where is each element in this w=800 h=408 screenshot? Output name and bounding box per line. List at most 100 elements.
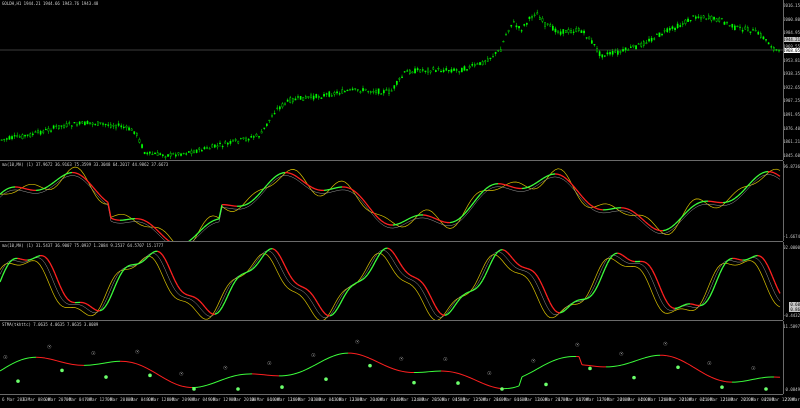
oscillator-2-gray-line — [0, 250, 780, 318]
candle-body — [521, 30, 522, 31]
candle-body — [409, 70, 410, 74]
oscillator-1-main-segment — [699, 202, 702, 203]
oscillator-2-main-segment — [115, 281, 118, 287]
candle-body — [498, 50, 499, 51]
axis-tick-label: 1953.81 — [783, 58, 800, 63]
candle-body — [329, 92, 330, 97]
candle-body — [245, 138, 246, 141]
candle-body — [48, 129, 49, 131]
oscillator-2-main-segment — [693, 304, 696, 305]
oscillator-3-main-segment — [618, 365, 621, 366]
oscillator-2-main-segment — [368, 271, 371, 275]
oscillator-1-main-segment — [570, 182, 573, 185]
candle-body — [152, 154, 153, 155]
oscillator-2-main-segment — [628, 259, 631, 260]
oscillator-2-main-segment — [525, 268, 528, 269]
price-axis[interactable]: 2016.152000.801984.951969.551953.811938.… — [783, 0, 800, 160]
oscillator-2-main-segment — [555, 310, 558, 312]
oscillator-2-main-segment — [430, 295, 433, 300]
oscillator-1-main-segment — [294, 175, 297, 177]
oscillator-1-axis[interactable]: 96.8736-1.6674 — [783, 161, 800, 241]
oscillator-2-main-segment — [220, 307, 223, 311]
oscillator-3-main-segment — [684, 362, 687, 364]
oscillator-3-main-segment — [321, 360, 324, 362]
candle-body — [56, 126, 57, 127]
oscillator-3-main-segment — [69, 364, 72, 365]
oscillator-2-main-segment — [700, 305, 703, 306]
candle-body — [708, 16, 709, 19]
candle-body — [9, 136, 10, 139]
candle-body — [17, 135, 18, 137]
oscillator-2-main-segment — [605, 263, 608, 268]
oscillator-1-main-segment — [774, 173, 777, 175]
oscillator-1-main-segment — [675, 221, 678, 224]
candle-body — [391, 91, 392, 92]
oscillator-2-main-segment — [10, 260, 13, 262]
oscillator-3-main-segment — [519, 377, 522, 386]
oscillator-2-pane[interactable]: ma(10,MA) (1) 31.5437 36.9007 75.0937 1.… — [0, 242, 783, 321]
oscillator-3-main-segment — [687, 363, 690, 365]
oscillator-2-main-segment — [530, 269, 533, 270]
oscillator-2-main-segment — [670, 306, 673, 308]
oscillator-3-main-segment — [318, 362, 321, 364]
oscillator-2-main-segment — [763, 258, 766, 261]
oscillator-3-main-segment — [234, 375, 237, 376]
oscillator-2-main-segment — [120, 271, 123, 275]
oscillator-2-main-segment — [70, 301, 73, 302]
oscillator-1-main-segment — [75, 173, 78, 174]
oscillator-2-main-segment — [645, 262, 648, 264]
axis-tick-label: -0.4432 — [783, 313, 800, 318]
oscillator-3-main-segment — [159, 375, 162, 377]
candle-body — [134, 132, 135, 134]
oscillator-3-main-segment — [312, 365, 315, 367]
candle-body — [659, 33, 660, 37]
candle-body — [732, 24, 733, 27]
oscillator-1-main-segment — [477, 195, 480, 199]
oscillator-1-main-segment — [486, 186, 489, 188]
oscillator-2-main-segment — [758, 256, 761, 257]
candle-body — [100, 122, 101, 123]
oscillator-1-main-segment — [111, 218, 114, 219]
candle-body — [201, 150, 202, 151]
oscillator-2-main-segment — [308, 290, 311, 292]
price-chart-pane[interactable]: GOLDH,H1 1944.21 1944.66 1943.76 1943.48 — [0, 0, 783, 161]
oscillator-2-axis[interactable]: 102.0000-0.44320.600.86 — [783, 242, 800, 320]
oscillator-1-pane[interactable]: ma(10,MA) (1) 37.9672 36.9163 75.3599 33… — [0, 161, 783, 242]
oscillator-2-main-segment — [775, 283, 778, 289]
price-candles[interactable] — [0, 0, 783, 160]
oscillator-1-main-segment — [771, 172, 774, 173]
oscillator-3-main-segment — [237, 375, 240, 376]
oscillator-3-main-segment — [378, 362, 381, 363]
oscillator-3-main-segment — [723, 381, 726, 382]
oscillator-3-axis[interactable]: 11.58970.0849 — [783, 321, 800, 394]
axis-tick-label: 11.5897 — [783, 324, 800, 329]
signal-marker: ☉ — [223, 366, 227, 372]
oscillator-1-main-segment — [735, 196, 738, 198]
oscillator-2-main-segment — [623, 255, 626, 257]
oscillator-2-main-segment — [600, 275, 603, 281]
candle-body — [589, 37, 590, 39]
oscillator-1-main-segment — [297, 177, 300, 179]
candle-body — [27, 135, 28, 136]
buy-signal-icon — [676, 365, 680, 369]
oscillator-2-main-segment — [225, 296, 228, 301]
oscillator-2-main-segment — [705, 300, 708, 303]
candle-body — [347, 90, 348, 91]
buy-signal-icon — [148, 374, 152, 378]
candle-body — [123, 127, 124, 128]
candle-body — [308, 96, 309, 97]
candle-body — [365, 89, 366, 90]
oscillator-3-main-segment — [708, 376, 711, 377]
oscillator-2-main-segment — [150, 253, 153, 255]
oscillator-2-main-segment — [275, 250, 278, 253]
oscillator-2-main-segment — [13, 259, 16, 260]
oscillator-3-main-segment — [690, 365, 693, 367]
oscillator-2-main-segment — [493, 255, 496, 259]
candle-body — [773, 47, 774, 50]
candle-body — [511, 25, 512, 26]
oscillator-2-main-segment — [208, 310, 211, 312]
candle-body — [500, 49, 501, 51]
oscillator-3-pane[interactable]: STMA(tkhttc) 7.0635 4.0635 7.0635 3.0089… — [0, 321, 783, 394]
oscillator-3-lines: ☉☉☉☉☉☉☉☉☉☉☉☉☉☉☉☉☉☉ — [0, 321, 783, 394]
time-axis[interactable]: 6 Mar 20236 Mar 08:006 Mar 20:007 Mar 04… — [0, 394, 783, 408]
